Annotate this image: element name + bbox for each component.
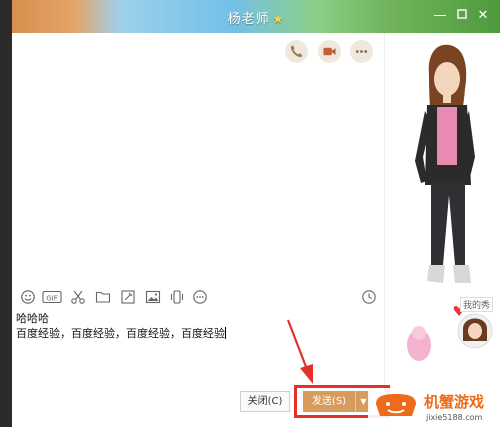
more-icon <box>355 50 368 53</box>
gif-label: GIF <box>46 294 58 302</box>
watermark-url: jixie5188.com <box>426 413 483 422</box>
my-show-label[interactable]: 我的秀 <box>460 297 494 312</box>
text-caret <box>225 327 226 339</box>
emoji-icon[interactable] <box>20 289 36 305</box>
message-input[interactable]: 哈哈哈 百度经验，百度经验，百度经验，百度经验 <box>16 311 378 381</box>
phone-call-button[interactable] <box>285 40 308 63</box>
gif-icon[interactable]: GIF <box>42 289 62 305</box>
more-actions-button[interactable] <box>350 40 373 63</box>
chat-window: 杨老师 ★ — ✕ 我的秀 GIF 哈哈哈 百度经验，百度经验，百度经验，百度经… <box>12 0 500 427</box>
message-history[interactable] <box>12 33 382 283</box>
title-bar[interactable]: 杨老师 ★ — ✕ <box>12 0 500 33</box>
close-button[interactable]: 关闭(C) <box>240 391 290 412</box>
compose-line-2: 百度经验，百度经验，百度经验，百度经验 <box>16 327 225 340</box>
compose-line-1: 哈哈哈 <box>16 312 49 325</box>
picture-icon[interactable] <box>145 289 161 305</box>
avatar-show-panel <box>384 33 500 427</box>
contact-name-text: 杨老师 <box>227 12 270 27</box>
folder-icon[interactable] <box>95 289 111 305</box>
close-icon[interactable]: ✕ <box>475 8 491 24</box>
send-button[interactable]: 发送(S) <box>303 391 355 412</box>
watermark-title: 机蟹游戏 <box>424 393 485 411</box>
watermark-logo <box>376 394 416 416</box>
image-edit-icon[interactable] <box>120 289 136 305</box>
contact-name: 杨老师 ★ <box>12 8 500 27</box>
maximize-icon[interactable] <box>454 8 470 24</box>
annotation-arrow <box>286 319 313 384</box>
minimize-icon[interactable]: — <box>432 8 448 24</box>
screenshot-icon[interactable] <box>70 289 86 305</box>
phone-icon <box>290 45 303 58</box>
avatar-character <box>407 44 493 361</box>
history-icon[interactable] <box>361 289 377 305</box>
shake-icon[interactable] <box>169 289 185 305</box>
window-frame-left <box>0 0 12 427</box>
toolbar-more-icon[interactable] <box>192 289 208 305</box>
star-icon: ★ <box>272 12 285 26</box>
video-call-button[interactable] <box>318 40 341 63</box>
video-call-icon <box>323 47 336 56</box>
